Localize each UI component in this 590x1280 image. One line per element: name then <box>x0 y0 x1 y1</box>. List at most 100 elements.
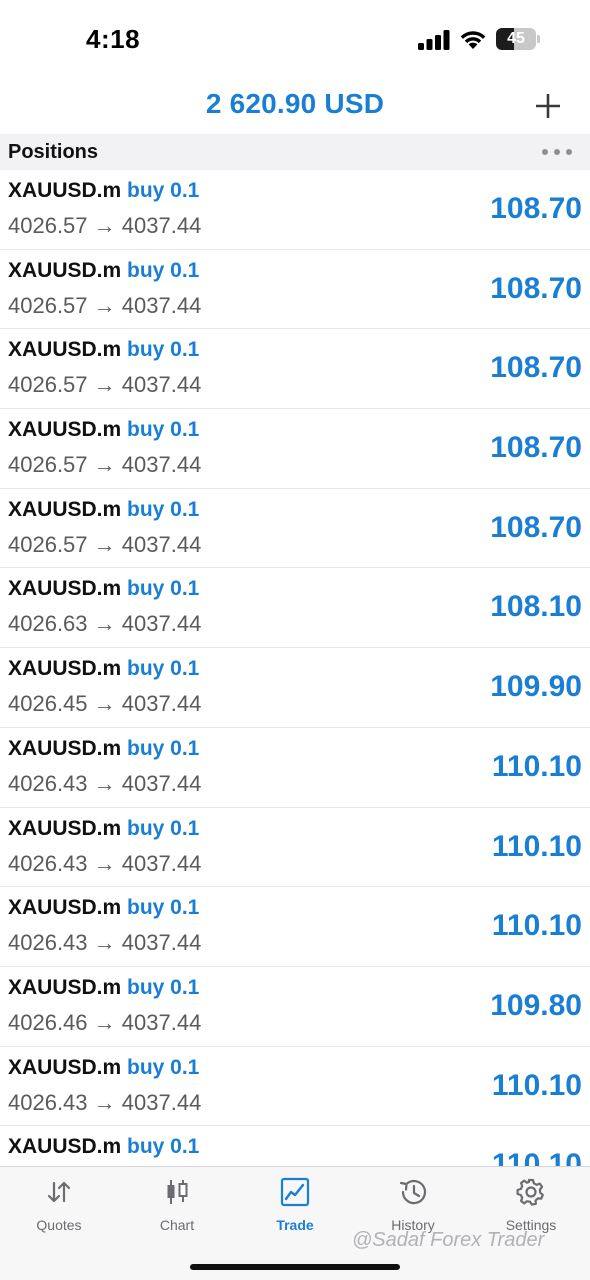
position-profit: 109.90 <box>490 670 582 704</box>
arrow-right-icon: → <box>93 213 116 238</box>
current-price: 4037.44 <box>121 611 202 637</box>
current-price: 4037.44 <box>121 213 202 238</box>
open-price: 4026.57 <box>8 372 88 398</box>
gear-icon <box>516 1178 544 1206</box>
position-row[interactable]: XAUUSD.m buy 0.1 110.10 <box>0 1126 590 1166</box>
position-row[interactable]: XAUUSD.m buy 0.1 4026.57 → 4037.44 108.70 <box>0 329 590 410</box>
tab-bar: Quotes Chart Trade History Settings @Sad… <box>0 1166 590 1280</box>
home-indicator[interactable] <box>190 1264 400 1270</box>
position-prices: 4026.57 → 4037.44 <box>8 293 201 319</box>
open-price: 4026.43 <box>8 770 88 796</box>
position-profit: 108.70 <box>490 431 582 465</box>
current-price: 4037.44 <box>121 850 202 876</box>
position-symbol: XAUUSD.m <box>8 577 122 601</box>
position-symbol: XAUUSD.m <box>8 975 122 999</box>
position-side: buy 0.1 <box>127 736 200 760</box>
position-profit: 108.70 <box>490 271 582 305</box>
position-symbol: XAUUSD.m <box>8 258 122 282</box>
more-options-icon[interactable] <box>540 144 574 160</box>
position-symbol: XAUUSD.m <box>8 736 122 760</box>
battery-icon: 45 <box>496 28 540 50</box>
tab-label: Quotes <box>36 1217 82 1233</box>
open-price: 4026.43 <box>8 1089 88 1115</box>
positions-section-header: Positions <box>0 134 590 170</box>
position-profit: 109.80 <box>490 988 582 1022</box>
position-profit: 110.10 <box>491 749 582 783</box>
position-profit: 110.10 <box>491 829 582 863</box>
cellular-signal-icon <box>418 30 450 50</box>
arrow-right-icon: → <box>93 1089 116 1115</box>
position-side: buy 0.1 <box>127 657 200 681</box>
position-symbol: XAUUSD.m <box>8 896 122 920</box>
arrow-right-icon: → <box>93 930 116 956</box>
arrow-right-icon: → <box>93 452 116 478</box>
arrow-right-icon: → <box>93 531 116 557</box>
position-row[interactable]: XAUUSD.m buy 0.1 4026.57 → 4037.44 108.70 <box>0 170 590 250</box>
open-price: 4026.43 <box>8 850 88 876</box>
header: 2 620.90 USD <box>0 80 590 134</box>
position-prices: 4026.46 → 4037.44 <box>8 1010 201 1036</box>
position-row[interactable]: XAUUSD.m buy 0.1 4026.43 → 4037.44 110.10 <box>0 728 590 808</box>
position-symbol: XAUUSD.m <box>8 338 122 362</box>
current-price: 4037.44 <box>121 372 202 398</box>
position-profit: 108.70 <box>490 192 582 225</box>
open-price: 4026.57 <box>8 292 88 318</box>
open-price: 4026.63 <box>8 611 88 637</box>
positions-list[interactable]: XAUUSD.m buy 0.1 4026.57 → 4037.44 108.70 XA… <box>0 170 590 1166</box>
position-profit: 110.10 <box>491 1148 582 1166</box>
position-profit: 108.70 <box>490 510 582 544</box>
open-price: 4026.46 <box>8 1009 88 1035</box>
position-prices: 4026.43 → 4037.44 <box>8 930 201 956</box>
tab-quotes[interactable]: Quotes <box>0 1167 118 1247</box>
battery-percent: 45 <box>507 30 525 47</box>
position-prices: 4026.43 → 4037.44 <box>8 851 201 877</box>
position-prices: 4026.57 → 4037.44 <box>8 532 201 558</box>
position-side: buy 0.1 <box>127 179 200 202</box>
position-side: buy 0.1 <box>127 1055 200 1079</box>
open-price: 4026.45 <box>8 691 88 717</box>
section-title: Positions <box>8 141 99 163</box>
position-row[interactable]: XAUUSD.m buy 0.1 4026.43 → 4037.44 110.10 <box>0 808 590 888</box>
tab-chart[interactable]: Chart <box>118 1167 236 1247</box>
position-side: buy 0.1 <box>127 816 200 840</box>
arrow-right-icon: → <box>93 292 116 318</box>
history-clock-icon <box>399 1179 427 1205</box>
position-profit: 108.70 <box>490 351 582 385</box>
position-symbol: XAUUSD.m <box>8 497 122 521</box>
arrow-right-icon: → <box>93 691 116 717</box>
position-row[interactable]: XAUUSD.m buy 0.1 4026.57 → 4037.44 108.70 <box>0 489 590 569</box>
tab-label: Chart <box>159 1217 195 1233</box>
candlestick-chart-icon <box>167 1180 188 1204</box>
position-row[interactable]: XAUUSD.m buy 0.1 4026.46 → 4037.44 109.80 <box>0 967 590 1047</box>
position-row[interactable]: XAUUSD.m buy 0.1 4026.57 → 4037.44 108.70 <box>0 250 590 330</box>
position-profit: 110.10 <box>491 909 582 943</box>
current-price: 4037.44 <box>121 292 202 318</box>
arrow-right-icon: → <box>93 1009 116 1035</box>
position-row[interactable]: XAUUSD.m buy 0.1 4026.45 → 4037.44 109.90 <box>0 648 590 728</box>
position-symbol: XAUUSD.m <box>8 816 122 840</box>
position-row[interactable]: XAUUSD.m buy 0.1 4026.57 → 4037.44 108.70 <box>0 409 590 489</box>
current-price: 4037.44 <box>121 452 202 478</box>
position-row[interactable]: XAUUSD.m buy 0.1 4026.63 → 4037.44 108.10 <box>0 568 590 649</box>
add-order-button[interactable] <box>526 84 570 128</box>
current-price: 4037.44 <box>121 531 202 557</box>
position-prices: 4026.43 → 4037.44 <box>8 1090 201 1116</box>
position-side: buy 0.1 <box>127 975 200 999</box>
position-row[interactable]: XAUUSD.m buy 0.1 4026.43 → 4037.44 110.10 <box>0 887 590 967</box>
position-prices: 4026.63 → 4037.44 <box>8 611 201 637</box>
position-prices: 4026.57 → 4037.44 <box>8 372 201 398</box>
position-prices: 4026.57 → 4037.44 <box>8 452 201 478</box>
position-row[interactable]: XAUUSD.m buy 0.1 4026.43 → 4037.44 110.10 <box>0 1047 590 1127</box>
arrow-right-icon: → <box>93 372 116 398</box>
position-side: buy 0.1 <box>127 1135 200 1159</box>
position-profit: 108.10 <box>490 590 582 624</box>
status-time: 4:18 <box>86 24 141 54</box>
position-symbol: XAUUSD.m <box>8 1135 122 1159</box>
tab-trade[interactable]: Trade <box>236 1167 354 1247</box>
current-price: 4037.44 <box>121 1009 202 1035</box>
position-prices: 4026.45 → 4037.44 <box>8 691 201 717</box>
position-profit: 110.10 <box>491 1068 582 1102</box>
current-price: 4037.44 <box>121 930 202 956</box>
tab-label: Trade <box>276 1217 314 1233</box>
current-price: 4037.44 <box>121 1089 202 1115</box>
